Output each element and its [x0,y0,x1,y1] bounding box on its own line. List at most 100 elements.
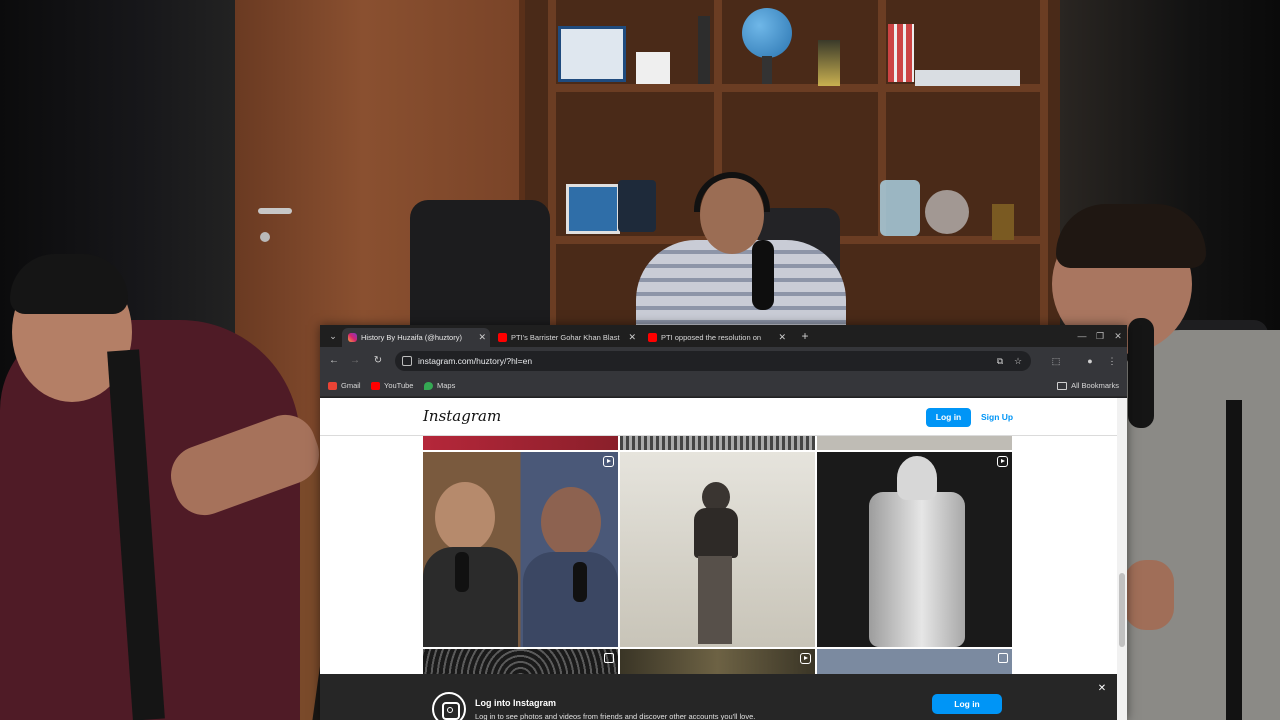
tab-youtube-2[interactable]: PTI opposed the resolution on ✕ [642,328,790,347]
post-thumbnail[interactable] [620,452,815,647]
door-lock [260,232,270,242]
microphone [573,562,587,602]
tab-title: PTI's Barrister Gohar Khan Blast [511,333,620,342]
bookmark-label: Maps [437,381,456,390]
scrollbar[interactable] [1117,398,1127,720]
microphone-stand [1226,400,1242,720]
forward-arrow-icon[interactable]: → [347,353,363,369]
menu-icon[interactable]: ⋮ [1104,353,1120,369]
bookmark-label: Gmail [341,381,361,390]
post-figure [523,552,618,647]
signup-link[interactable]: Sign Up [981,408,1013,427]
shelf-post [1040,0,1048,330]
restore-icon[interactable]: ❐ [1092,328,1108,344]
post-thumbnail[interactable] [620,436,815,450]
close-icon[interactable]: ✕ [778,328,786,347]
page-viewport: Instagram Log in Sign Up Log into Instag… [320,398,1117,720]
banner-login-button[interactable]: Log in [932,694,1002,714]
papers [915,70,1020,86]
close-icon[interactable]: ✕ [1096,683,1108,695]
browser-window: ⌄ History By Huzaifa (@huztory) ✕ PTI's … [320,325,1127,720]
bookmark-gmail[interactable]: Gmail [328,379,361,393]
post-thumbnail[interactable] [423,452,618,647]
site-info-icon[interactable] [402,356,412,366]
login-prompt-banner: Log into Instagram Log in to see photos … [320,674,1117,720]
extensions-icon[interactable]: ⬚ [1048,353,1064,369]
address-bar[interactable]: instagram.com/huztory/?hl=en ⧉ ☆ [395,351,1031,371]
microphone [1128,318,1154,428]
close-window-icon[interactable]: ✕ [1110,328,1126,344]
microphone [752,240,774,310]
wooden-plaque [992,204,1014,240]
bookmark-youtube[interactable]: YouTube [371,379,413,393]
bookmark-maps[interactable]: Maps [424,379,455,393]
post-figure [897,456,937,500]
carousel-icon [998,653,1008,663]
gmail-icon [328,382,337,390]
folder-icon [1057,382,1068,390]
tab-search-icon[interactable]: ⌄ [326,329,340,343]
login-button[interactable]: Log in [926,408,971,427]
host-right-hair [1056,204,1206,268]
banner-title: Log into Instagram [475,698,556,708]
all-bookmarks[interactable]: All Bookmarks [1057,379,1119,393]
bookmark-label: YouTube [384,381,414,390]
youtube-icon [371,382,380,390]
microphone [455,552,469,592]
white-box [636,52,670,84]
video-frame: ⌄ History By Huzaifa (@huztory) ✕ PTI's … [0,0,1280,720]
office-chair [410,200,550,330]
star-icon[interactable]: ☆ [1011,354,1025,368]
banner-subtitle: Log in to see photos and videos from fri… [475,712,756,720]
post-figure [694,508,738,558]
tab-title: PTI opposed the resolution on [661,333,762,342]
glass-award [880,180,920,236]
post-thumbnail[interactable] [817,452,1012,647]
tab-title: History By Huzaifa (@huztory) [361,333,462,342]
reel-icon [603,456,614,467]
post-figure [698,556,732,644]
trophy [818,40,840,86]
youtube-icon [648,333,657,342]
all-bookmarks-label: All Bookmarks [1071,381,1119,390]
cast-icon[interactable]: ⧉ [993,354,1007,368]
post-figure [423,547,518,647]
minimize-icon[interactable]: — [1074,328,1090,344]
reload-icon[interactable]: ↻ [370,353,386,369]
tab-youtube-1[interactable]: PTI's Barrister Gohar Khan Blast ✕ [492,328,640,347]
reel-icon [997,456,1008,467]
crystal-ball [925,190,969,234]
instagram-header: Instagram Log in Sign Up [320,398,1117,436]
scrollbar-thumb[interactable] [1119,573,1125,647]
books [888,24,914,82]
post-thumbnail[interactable] [817,436,1012,450]
instagram-icon [348,333,357,342]
instagram-icon [432,692,466,720]
tab-strip: ⌄ History By Huzaifa (@huztory) ✕ PTI's … [320,325,1127,347]
close-icon[interactable]: ✕ [628,328,636,347]
youtube-icon [498,333,507,342]
tab-instagram[interactable]: History By Huzaifa (@huztory) ✕ [342,328,490,347]
reel-icon [800,653,811,664]
back-arrow-icon[interactable]: ← [326,353,342,369]
globe [742,8,792,58]
book [698,16,710,84]
maps-icon [424,382,433,390]
profile-icon[interactable]: ● [1082,353,1098,369]
framed-certificate [558,26,626,82]
host-left-hair [10,254,128,314]
award-plaque [618,180,656,232]
host-right-hand [1124,560,1174,630]
url-text: instagram.com/huztory/?hl=en [418,356,533,366]
door-handle [258,208,292,214]
post-figure [435,482,495,552]
post-figure [541,487,601,557]
post-thumbnail[interactable] [423,436,618,450]
close-icon[interactable]: ✕ [478,328,486,347]
award-frame [566,184,620,234]
instagram-logo[interactable]: Instagram [423,407,501,425]
new-tab-button[interactable]: + [798,328,812,344]
carousel-icon [604,653,614,663]
bookmarks-bar: Gmail YouTube Maps All Bookmarks [320,375,1127,397]
browser-toolbar: ← → ↻ instagram.com/huztory/?hl=en ⧉ ☆ ⬚… [320,347,1127,375]
